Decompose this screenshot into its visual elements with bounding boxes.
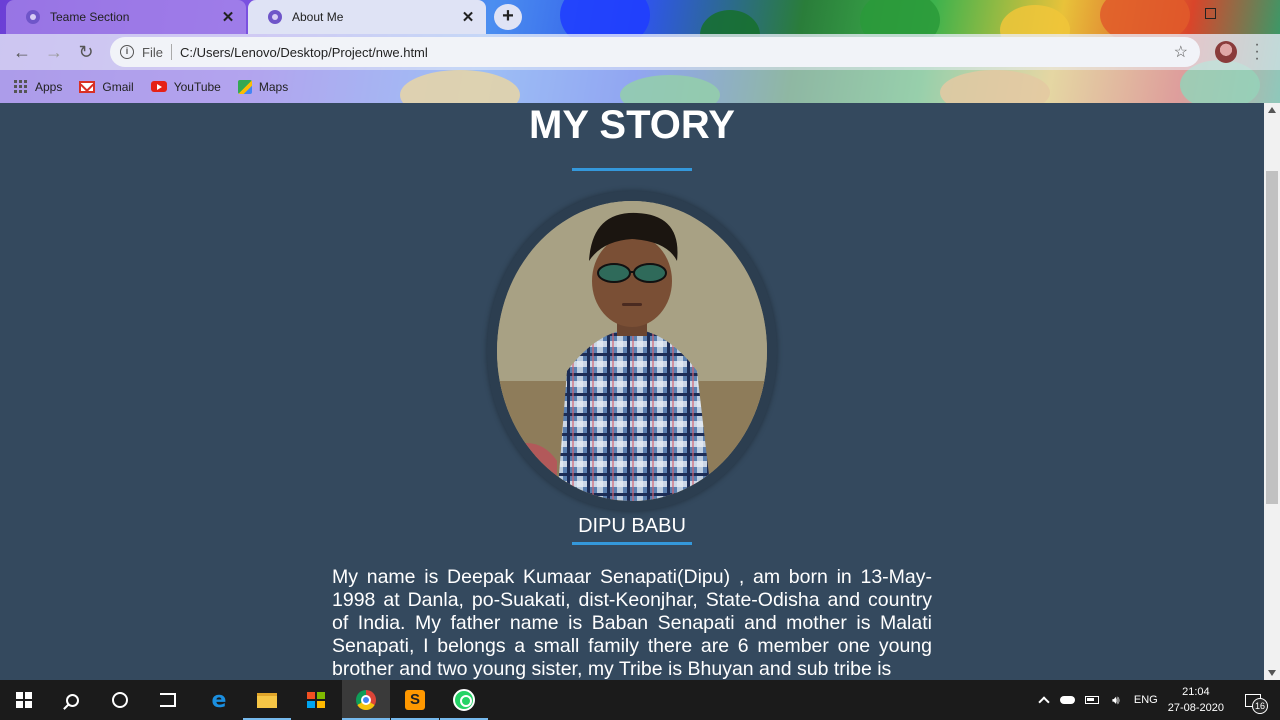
tab-teame-section[interactable]: Teame Section ✕	[6, 0, 246, 34]
task-view-button[interactable]	[144, 680, 192, 720]
search-icon	[65, 693, 79, 707]
forward-arrow-icon[interactable]: →	[44, 42, 64, 62]
name-underline	[572, 542, 692, 545]
cortana-button[interactable]	[96, 680, 144, 720]
bookmark-gmail[interactable]: Gmail	[79, 79, 134, 94]
volume-icon[interactable]: 🔊︎	[1108, 692, 1124, 708]
menu-dots-icon[interactable]: · · ·	[1252, 37, 1262, 67]
edge-button[interactable]: e	[195, 680, 243, 720]
tab-title: Teame Section	[50, 10, 130, 24]
sublime-text-button[interactable]: S	[391, 680, 439, 720]
close-icon[interactable]: ✕	[460, 8, 476, 26]
store-icon	[307, 692, 325, 708]
profile-avatar[interactable]	[1215, 41, 1237, 63]
profile-name: DIPU BABU	[578, 515, 686, 537]
start-button[interactable]	[0, 680, 48, 720]
page-favicon-icon	[26, 10, 40, 24]
bookmark-apps[interactable]: Apps	[14, 79, 63, 94]
page-content: MY STORY DIPU BABU My name is Deepak Kum…	[0, 103, 1264, 680]
scroll-thumb[interactable]	[1266, 171, 1278, 504]
chevron-up-icon	[1038, 696, 1050, 708]
apps-grid-icon	[14, 79, 28, 94]
scroll-down-arrow-icon[interactable]	[1268, 670, 1276, 676]
onedrive-cloud-icon[interactable]	[1060, 692, 1076, 708]
sublime-text-icon: S	[405, 690, 425, 710]
page-scrollbar[interactable]	[1264, 103, 1280, 680]
bookmarks-bar: Apps Gmail YouTube Maps	[0, 70, 1280, 103]
whatsapp-button[interactable]	[440, 680, 488, 720]
bookmark-maps[interactable]: Maps	[237, 79, 289, 94]
scroll-up-arrow-icon[interactable]	[1268, 107, 1276, 113]
clock[interactable]: 21:04 27-08-2020	[1168, 684, 1224, 716]
input-language[interactable]: ENG	[1134, 694, 1158, 706]
youtube-icon	[150, 81, 167, 92]
windows-logo-icon	[16, 692, 32, 708]
whatsapp-icon	[453, 689, 475, 711]
new-tab-button[interactable]: +	[494, 4, 522, 30]
clock-date: 27-08-2020	[1167, 702, 1224, 714]
page-favicon-icon	[268, 10, 282, 24]
bookmark-youtube[interactable]: YouTube	[150, 79, 221, 94]
bio-paragraph: My name is Deepak Kumaar Senapati(Dipu) …	[332, 566, 932, 680]
system-tray: 🔊︎ ENG 21:04 27-08-2020 16	[1032, 680, 1280, 720]
browser-toolbar: ← → ↻ i File C:/Users/Lenovo/Desktop/Pro…	[0, 34, 1280, 70]
tab-about-me[interactable]: About Me ✕	[248, 0, 486, 34]
tab-strip: Teame Section ✕ About Me ✕ +	[0, 0, 1280, 34]
maps-icon	[237, 79, 252, 94]
bookmark-label: Gmail	[102, 79, 134, 94]
windows-taskbar: e S 🔊︎ ENG 21:04 27-08-2020 16	[0, 680, 1280, 720]
gmail-icon	[79, 80, 96, 93]
reload-icon[interactable]: ↻	[76, 42, 96, 62]
store-button[interactable]	[292, 680, 340, 720]
browser-chrome: Teame Section ✕ About Me ✕ + ← → ↻ i Fil…	[0, 0, 1280, 103]
show-hidden-icons-button[interactable]	[1036, 692, 1052, 708]
page-title: MY STORY	[529, 103, 735, 147]
file-explorer-icon	[257, 692, 277, 708]
chrome-button[interactable]	[342, 680, 390, 720]
close-icon[interactable]: ✕	[220, 8, 236, 26]
cortana-icon	[112, 692, 128, 708]
info-icon[interactable]: i	[120, 45, 134, 59]
search-button[interactable]	[48, 680, 96, 720]
task-view-icon	[160, 693, 176, 707]
chrome-icon	[356, 690, 376, 710]
edge-icon: e	[211, 687, 227, 713]
back-arrow-icon[interactable]: ←	[12, 42, 32, 62]
action-center-button[interactable]: 16	[1238, 680, 1268, 720]
bookmark-label: Maps	[258, 79, 289, 94]
bookmark-label: YouTube	[173, 79, 221, 94]
scheme-label: File	[142, 44, 163, 60]
bookmark-star-icon[interactable]: ☆	[1174, 42, 1188, 62]
tab-title: About Me	[292, 10, 344, 24]
bookmark-label: Apps	[35, 79, 63, 94]
notification-count-badge: 16	[1252, 698, 1268, 714]
title-underline	[572, 168, 692, 171]
window-restore-icon[interactable]	[1205, 8, 1216, 19]
profile-photo	[497, 201, 767, 501]
clock-time: 21:04	[1182, 686, 1210, 698]
profile-photo-illustration	[497, 201, 767, 501]
file-explorer-button[interactable]	[243, 680, 291, 720]
url-text[interactable]: C:/Users/Lenovo/Desktop/Project/nwe.html	[180, 45, 428, 60]
battery-icon[interactable]	[1084, 692, 1100, 708]
address-bar[interactable]: i File C:/Users/Lenovo/Desktop/Project/n…	[110, 37, 1200, 67]
divider	[170, 44, 172, 60]
